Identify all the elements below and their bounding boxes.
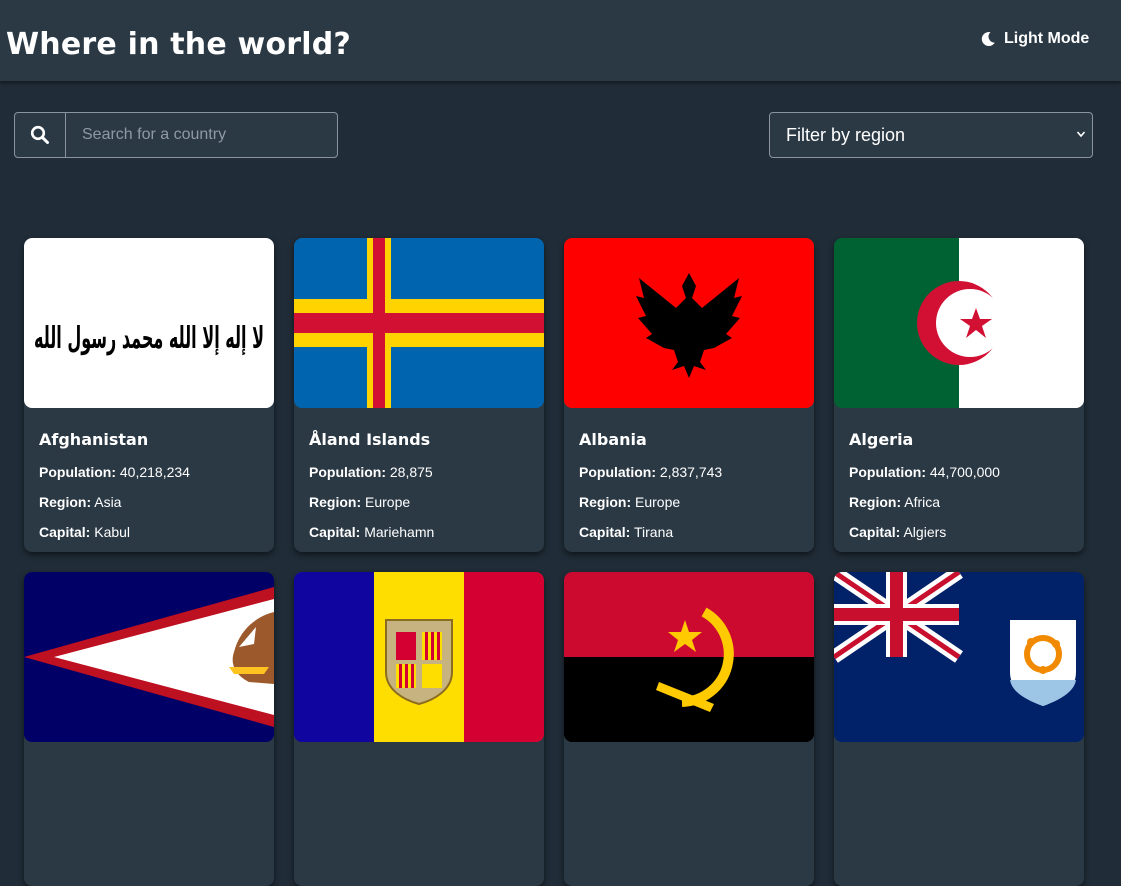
country-card-albania[interactable]: Albania Population: 2,837,743 Region: Eu… [564,238,814,552]
region-filter-value: Filter by region [786,124,906,145]
capital-stat: Capital: Mariehamn [309,524,435,540]
country-name: Afghanistan [39,430,149,449]
chevron-down-icon [1076,131,1086,138]
flag-image [564,238,814,408]
country-card-aland-islands[interactable]: Åland Islands Population: 28,875 Region:… [294,238,544,552]
flag-image [564,572,814,742]
theme-toggle-button[interactable]: Light Mode [980,28,1089,50]
flag-image [24,572,274,742]
theme-toggle-label: Light Mode [1004,30,1090,47]
country-name: Åland Islands [309,430,431,449]
capital-stat: Capital: Algiers [849,524,947,540]
country-card-andorra[interactable] [294,572,544,886]
app-title: Where in the world? [6,27,352,62]
country-name: Algeria [849,430,914,449]
search-icon [30,125,49,144]
search-box [14,112,338,158]
region-stat: Region: Asia [39,494,122,510]
search-button[interactable] [15,113,66,157]
search-input[interactable] [66,113,337,157]
capital-stat: Capital: Tirana [579,524,674,540]
svg-text:لا إله إلا الله محمد رسول الله: لا إله إلا الله محمد رسول الله [34,321,264,356]
flag-image: لا إله إلا الله محمد رسول الله [24,238,274,408]
country-card-afghanistan[interactable]: لا إله إلا الله محمد رسول الله Afghanist… [24,238,274,552]
population-stat: Population: 44,700,000 [849,464,1000,480]
flag-image [834,238,1084,408]
region-stat: Region: Africa [849,494,941,510]
moon-icon [981,31,995,46]
country-name: Albania [579,430,647,449]
population-stat: Population: 40,218,234 [39,464,190,480]
population-stat: Population: 2,837,743 [579,464,723,480]
country-card-american-samoa[interactable] [24,572,274,886]
flag-image [834,572,1084,742]
region-filter-select[interactable]: Filter by region [769,112,1093,158]
country-card-anguilla[interactable] [834,572,1084,886]
country-card-algeria[interactable]: Algeria Population: 44,700,000 Region: A… [834,238,1084,552]
population-stat: Population: 28,875 [309,464,433,480]
region-stat: Region: Europe [309,494,411,510]
flag-image [294,238,544,408]
capital-stat: Capital: Kabul [39,524,131,540]
country-card-angola[interactable] [564,572,814,886]
app-header: Where in the world? Light Mode [0,0,1121,81]
flag-image [294,572,544,742]
region-stat: Region: Europe [579,494,681,510]
